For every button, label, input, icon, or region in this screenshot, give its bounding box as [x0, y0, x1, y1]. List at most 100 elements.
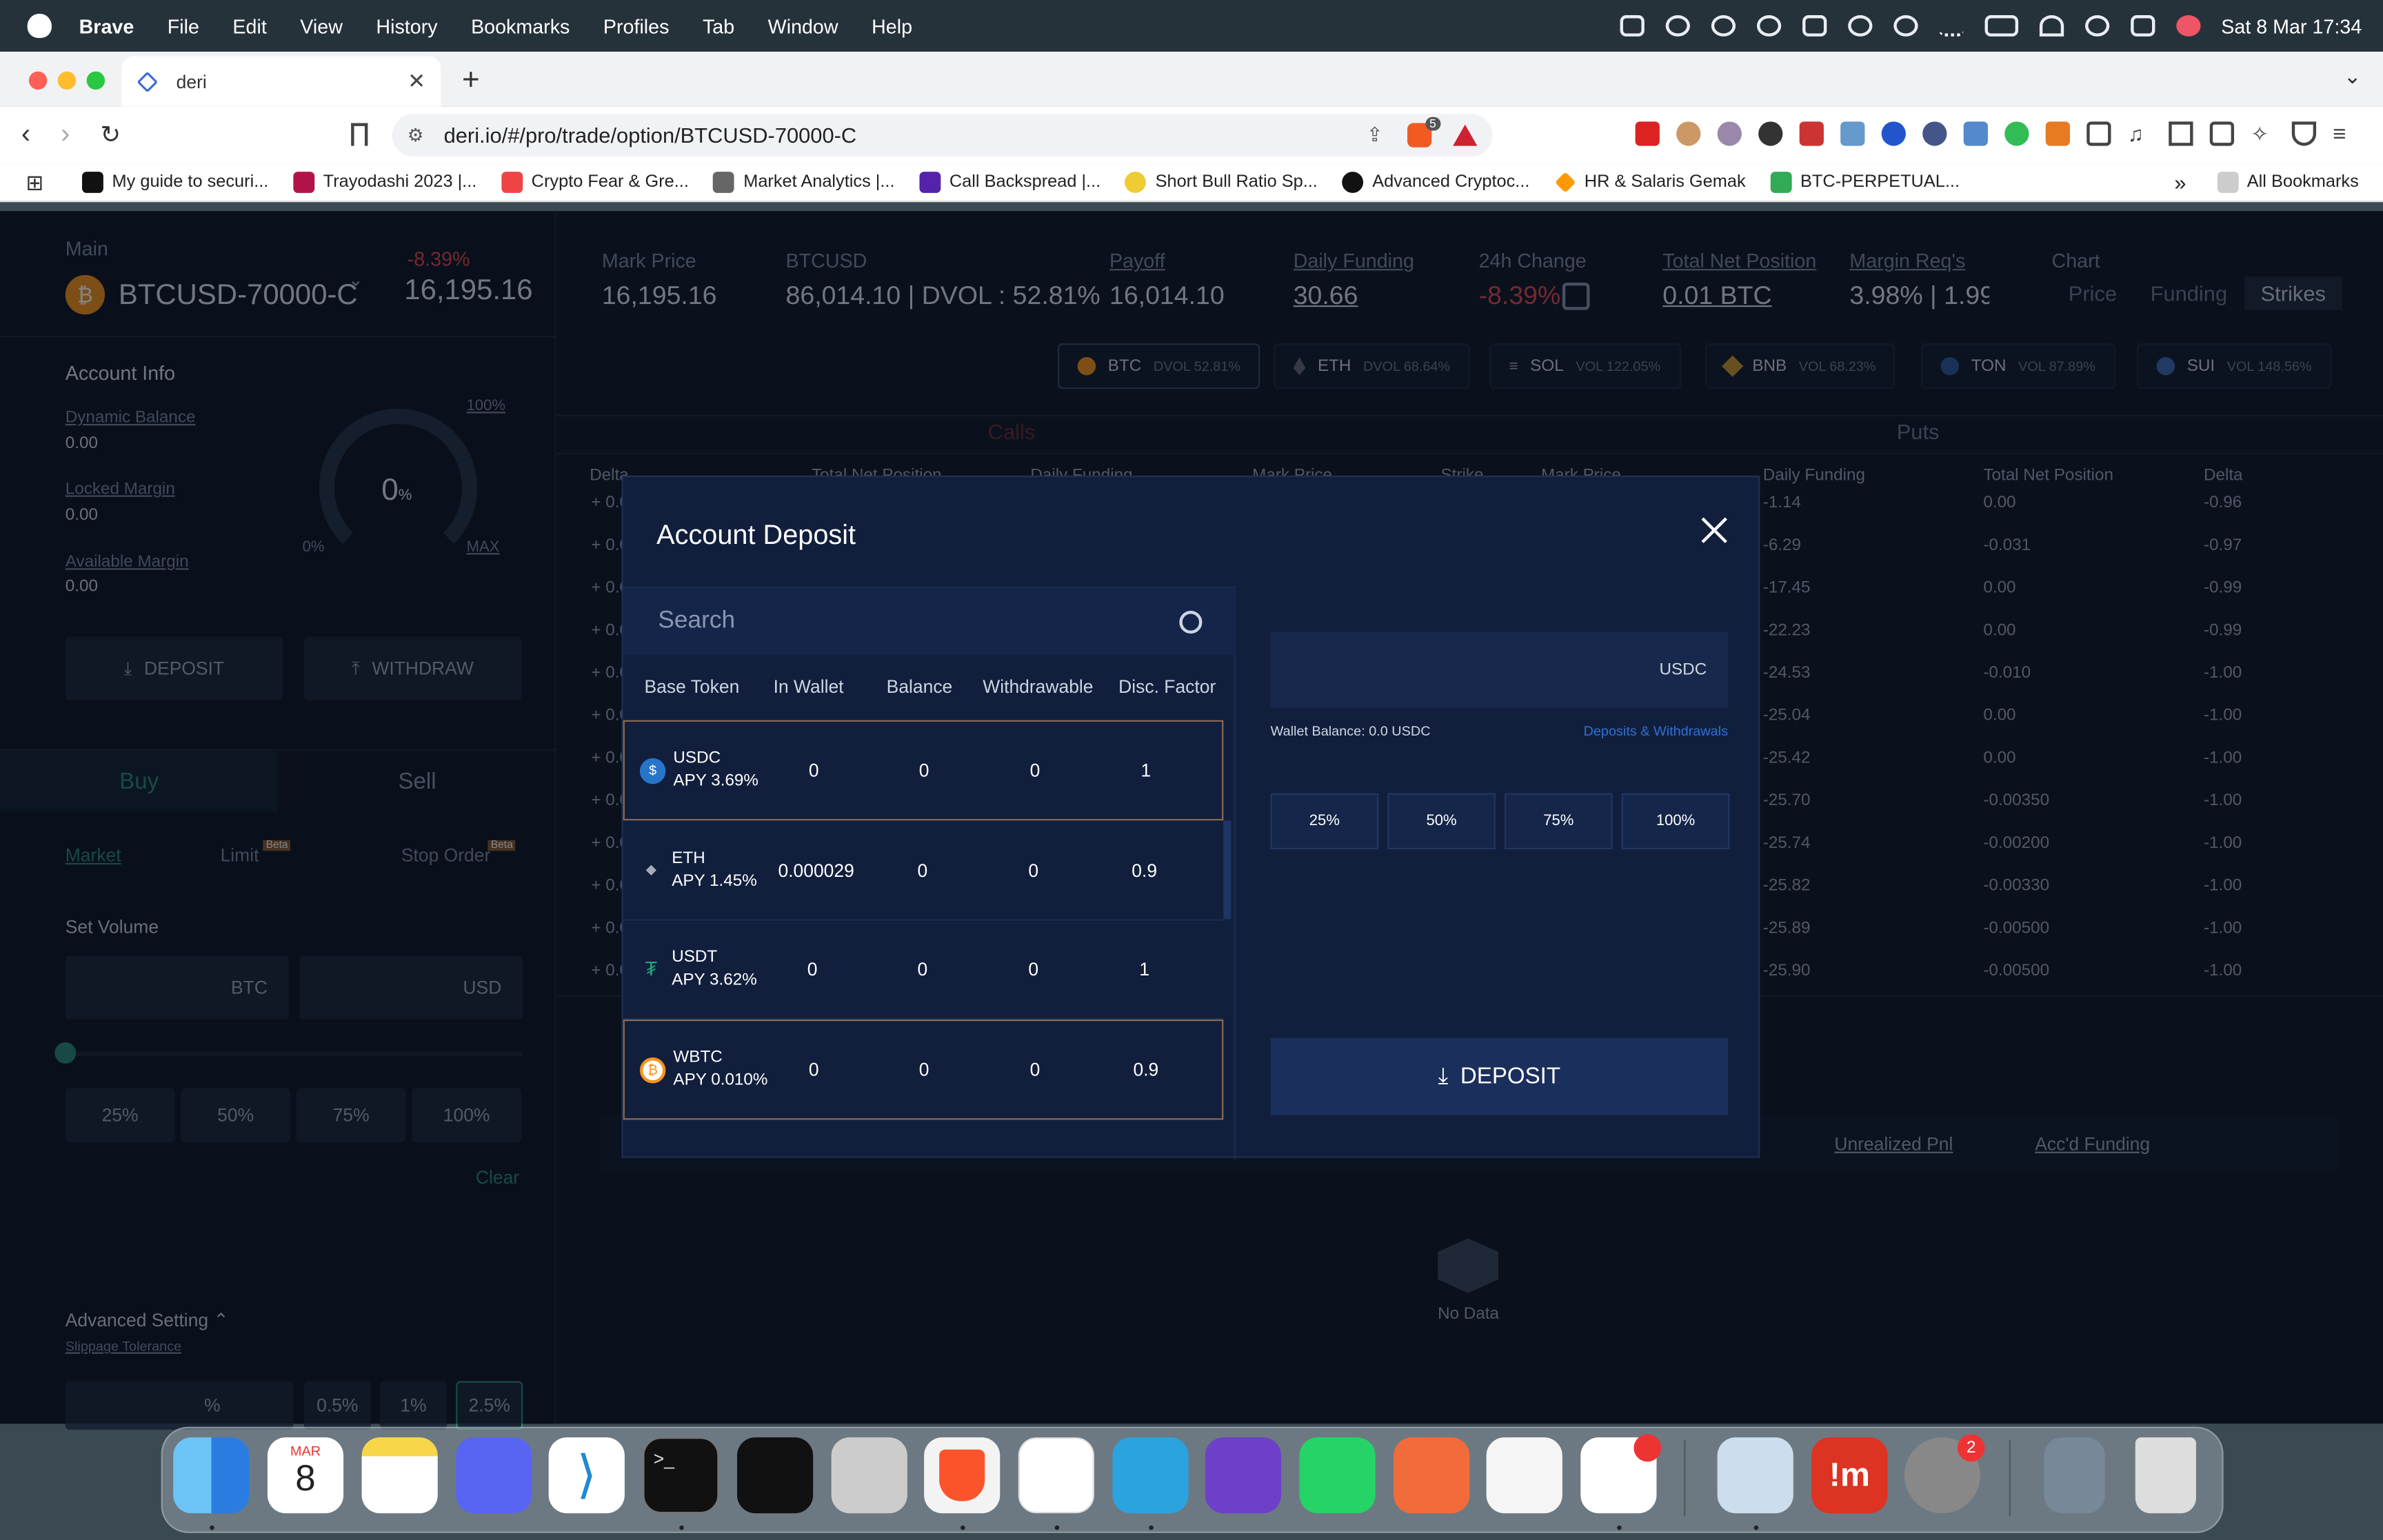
scrollbar[interactable]	[1223, 820, 1231, 920]
trash-icon[interactable]	[2135, 1437, 2196, 1514]
bookmark-item[interactable]: Crypto Fear & Gre...	[501, 172, 689, 193]
apple-logo-icon[interactable]	[27, 13, 52, 39]
tradingview-icon[interactable]	[736, 1437, 814, 1514]
menu-window[interactable]: Window	[768, 14, 838, 37]
search-icon[interactable]	[1179, 609, 1203, 634]
extension-icon[interactable]	[1922, 121, 1947, 146]
menu-edit[interactable]: Edit	[232, 14, 266, 37]
back-button[interactable]: ‹	[21, 119, 30, 150]
stats-icon[interactable]	[1801, 15, 1827, 37]
pencil-app-icon[interactable]	[1394, 1437, 1470, 1514]
modal-deposit-button[interactable]: ⤓ DEPOSIT	[1270, 1037, 1729, 1115]
extension-icon[interactable]	[1635, 121, 1660, 146]
all-bookmarks-folder[interactable]: All Bookmarks	[2216, 172, 2359, 193]
leo-ai-icon[interactable]: ✧	[2251, 121, 2275, 145]
bookmark-item[interactable]: Advanced Cryptoc...	[1342, 172, 1529, 193]
token-row-eth[interactable]: ◆ ETH APY 1.45% 0.000029 0 0 0.9	[623, 820, 1224, 921]
wallet-icon[interactable]	[2209, 121, 2235, 146]
status-icon[interactable]	[1710, 15, 1735, 37]
deposit-75-button[interactable]: 75%	[1505, 793, 1613, 850]
extension-icon[interactable]	[1963, 121, 1988, 146]
token-row-usdt[interactable]: ₮ USDT APY 3.62% 0 0 0 1	[623, 919, 1224, 1020]
downloads-stack-icon[interactable]	[2044, 1437, 2105, 1514]
bookmark-item[interactable]: My guide to securi...	[81, 172, 268, 193]
close-icon[interactable]	[1700, 516, 1728, 544]
terminal-icon[interactable]: >_	[643, 1437, 719, 1514]
status-icon[interactable]	[1619, 15, 1644, 37]
extension-icon[interactable]	[1676, 121, 1701, 146]
status-icon[interactable]	[1938, 15, 1963, 37]
bookmark-item[interactable]: Market Analytics |...	[713, 172, 895, 193]
window-zoom-button[interactable]	[86, 71, 105, 90]
cube-app-icon[interactable]	[1486, 1437, 1562, 1514]
status-icon[interactable]	[1756, 15, 1781, 37]
control-center-icon[interactable]	[2130, 15, 2155, 37]
extension-icon[interactable]	[1799, 121, 1824, 146]
translate-icon[interactable]	[1840, 121, 1865, 146]
deposit-25-button[interactable]: 25%	[1270, 793, 1379, 850]
hamburger-menu-icon[interactable]: ≡	[2333, 121, 2357, 147]
menu-profiles[interactable]: Profiles	[603, 14, 670, 37]
deposit-amount-input[interactable]: USDC	[1270, 631, 1729, 709]
bookmark-item[interactable]: HR & Salaris Gemak	[1554, 172, 1746, 193]
site-settings-icon[interactable]: ⚙	[408, 125, 424, 146]
wifi-icon[interactable]	[2038, 15, 2064, 37]
extension-icon[interactable]	[1881, 121, 1906, 146]
telegram-icon[interactable]	[1112, 1437, 1189, 1514]
menu-bookmarks[interactable]: Bookmarks	[471, 14, 570, 37]
notes-icon[interactable]	[361, 1437, 438, 1514]
chatgpt-icon[interactable]	[1018, 1437, 1094, 1514]
vscode-icon[interactable]: ⟩	[548, 1437, 625, 1514]
discord-icon[interactable]	[456, 1437, 532, 1514]
calendar-icon[interactable]: MAR 8	[267, 1437, 344, 1514]
bookmarks-overflow-icon[interactable]: »	[2174, 170, 2186, 194]
bookmark-item[interactable]: BTC-PERPETUAL...	[1769, 172, 1960, 193]
deposit-100-button[interactable]: 100%	[1621, 793, 1730, 850]
menubar-clock[interactable]: Sat 8 Mar 17:34	[2221, 14, 2362, 37]
menu-help[interactable]: Help	[872, 14, 912, 37]
deposit-50-button[interactable]: 50%	[1387, 793, 1496, 850]
share-icon[interactable]: ⇪	[1367, 123, 1383, 148]
menu-app-name[interactable]: Brave	[79, 14, 134, 37]
spotlight-search-icon[interactable]	[2084, 15, 2109, 37]
menu-file[interactable]: File	[168, 14, 199, 37]
siri-icon[interactable]	[2175, 15, 2200, 37]
imazing-icon[interactable]: !m	[1811, 1437, 1888, 1514]
token-row-usdc[interactable]: $ USDC APY 3.69% 0 0 0 1	[623, 720, 1224, 821]
bookmark-item[interactable]: Trayodashi 2023 |...	[292, 172, 476, 193]
apps-grid-icon[interactable]: ⊞	[26, 170, 43, 195]
music-icon[interactable]: ♫	[2128, 121, 2152, 145]
token-row-wbtc[interactable]: ₿ WBTC APY 0.010% 0 0 0 0.9	[623, 1019, 1224, 1120]
reload-button[interactable]: ↻	[100, 120, 121, 150]
preview-icon[interactable]	[1717, 1437, 1793, 1514]
metamask-icon[interactable]	[2045, 121, 2070, 146]
new-tab-button[interactable]: +	[462, 64, 480, 99]
sidebar-icon[interactable]	[2169, 121, 2193, 146]
calculator-icon[interactable]	[831, 1437, 907, 1514]
browser-tab[interactable]: deri ✕	[121, 56, 441, 107]
window-minimize-button[interactable]	[57, 71, 77, 90]
finder-icon[interactable]	[173, 1437, 250, 1514]
tab-close-icon[interactable]: ✕	[408, 68, 425, 94]
extension-icon[interactable]	[1758, 121, 1783, 146]
brave-browser-icon[interactable]	[924, 1437, 1001, 1514]
extension-icon[interactable]	[1717, 121, 1742, 146]
tab-list-chevron-icon[interactable]: ⌄	[2344, 64, 2362, 90]
forward-button[interactable]: ›	[61, 119, 70, 150]
deposits-withdrawals-link[interactable]: Deposits & Withdrawals	[1584, 723, 1728, 738]
menu-tab[interactable]: Tab	[703, 14, 734, 37]
url-bar[interactable]: ⚙ deri.io/#/pro/trade/option/BTCUSD-7000…	[392, 114, 1493, 157]
menu-history[interactable]: History	[376, 14, 437, 37]
bookmark-icon[interactable]	[351, 123, 368, 146]
whatsapp-icon[interactable]	[1299, 1437, 1376, 1514]
bookmark-item[interactable]: Short Bull Ratio Sp...	[1125, 172, 1318, 193]
status-icon[interactable]	[1665, 15, 1689, 37]
extension-icon[interactable]	[2004, 121, 2029, 146]
play-icon[interactable]	[1893, 15, 1918, 37]
brave-rewards-icon[interactable]	[1453, 124, 1478, 146]
github-desktop-icon[interactable]	[1205, 1437, 1282, 1514]
vpn-shield-icon[interactable]	[2291, 121, 2317, 146]
window-close-button[interactable]	[28, 71, 48, 90]
bookmark-item[interactable]: Call Backspread |...	[918, 172, 1100, 193]
search-input[interactable]: Search	[623, 587, 1236, 655]
